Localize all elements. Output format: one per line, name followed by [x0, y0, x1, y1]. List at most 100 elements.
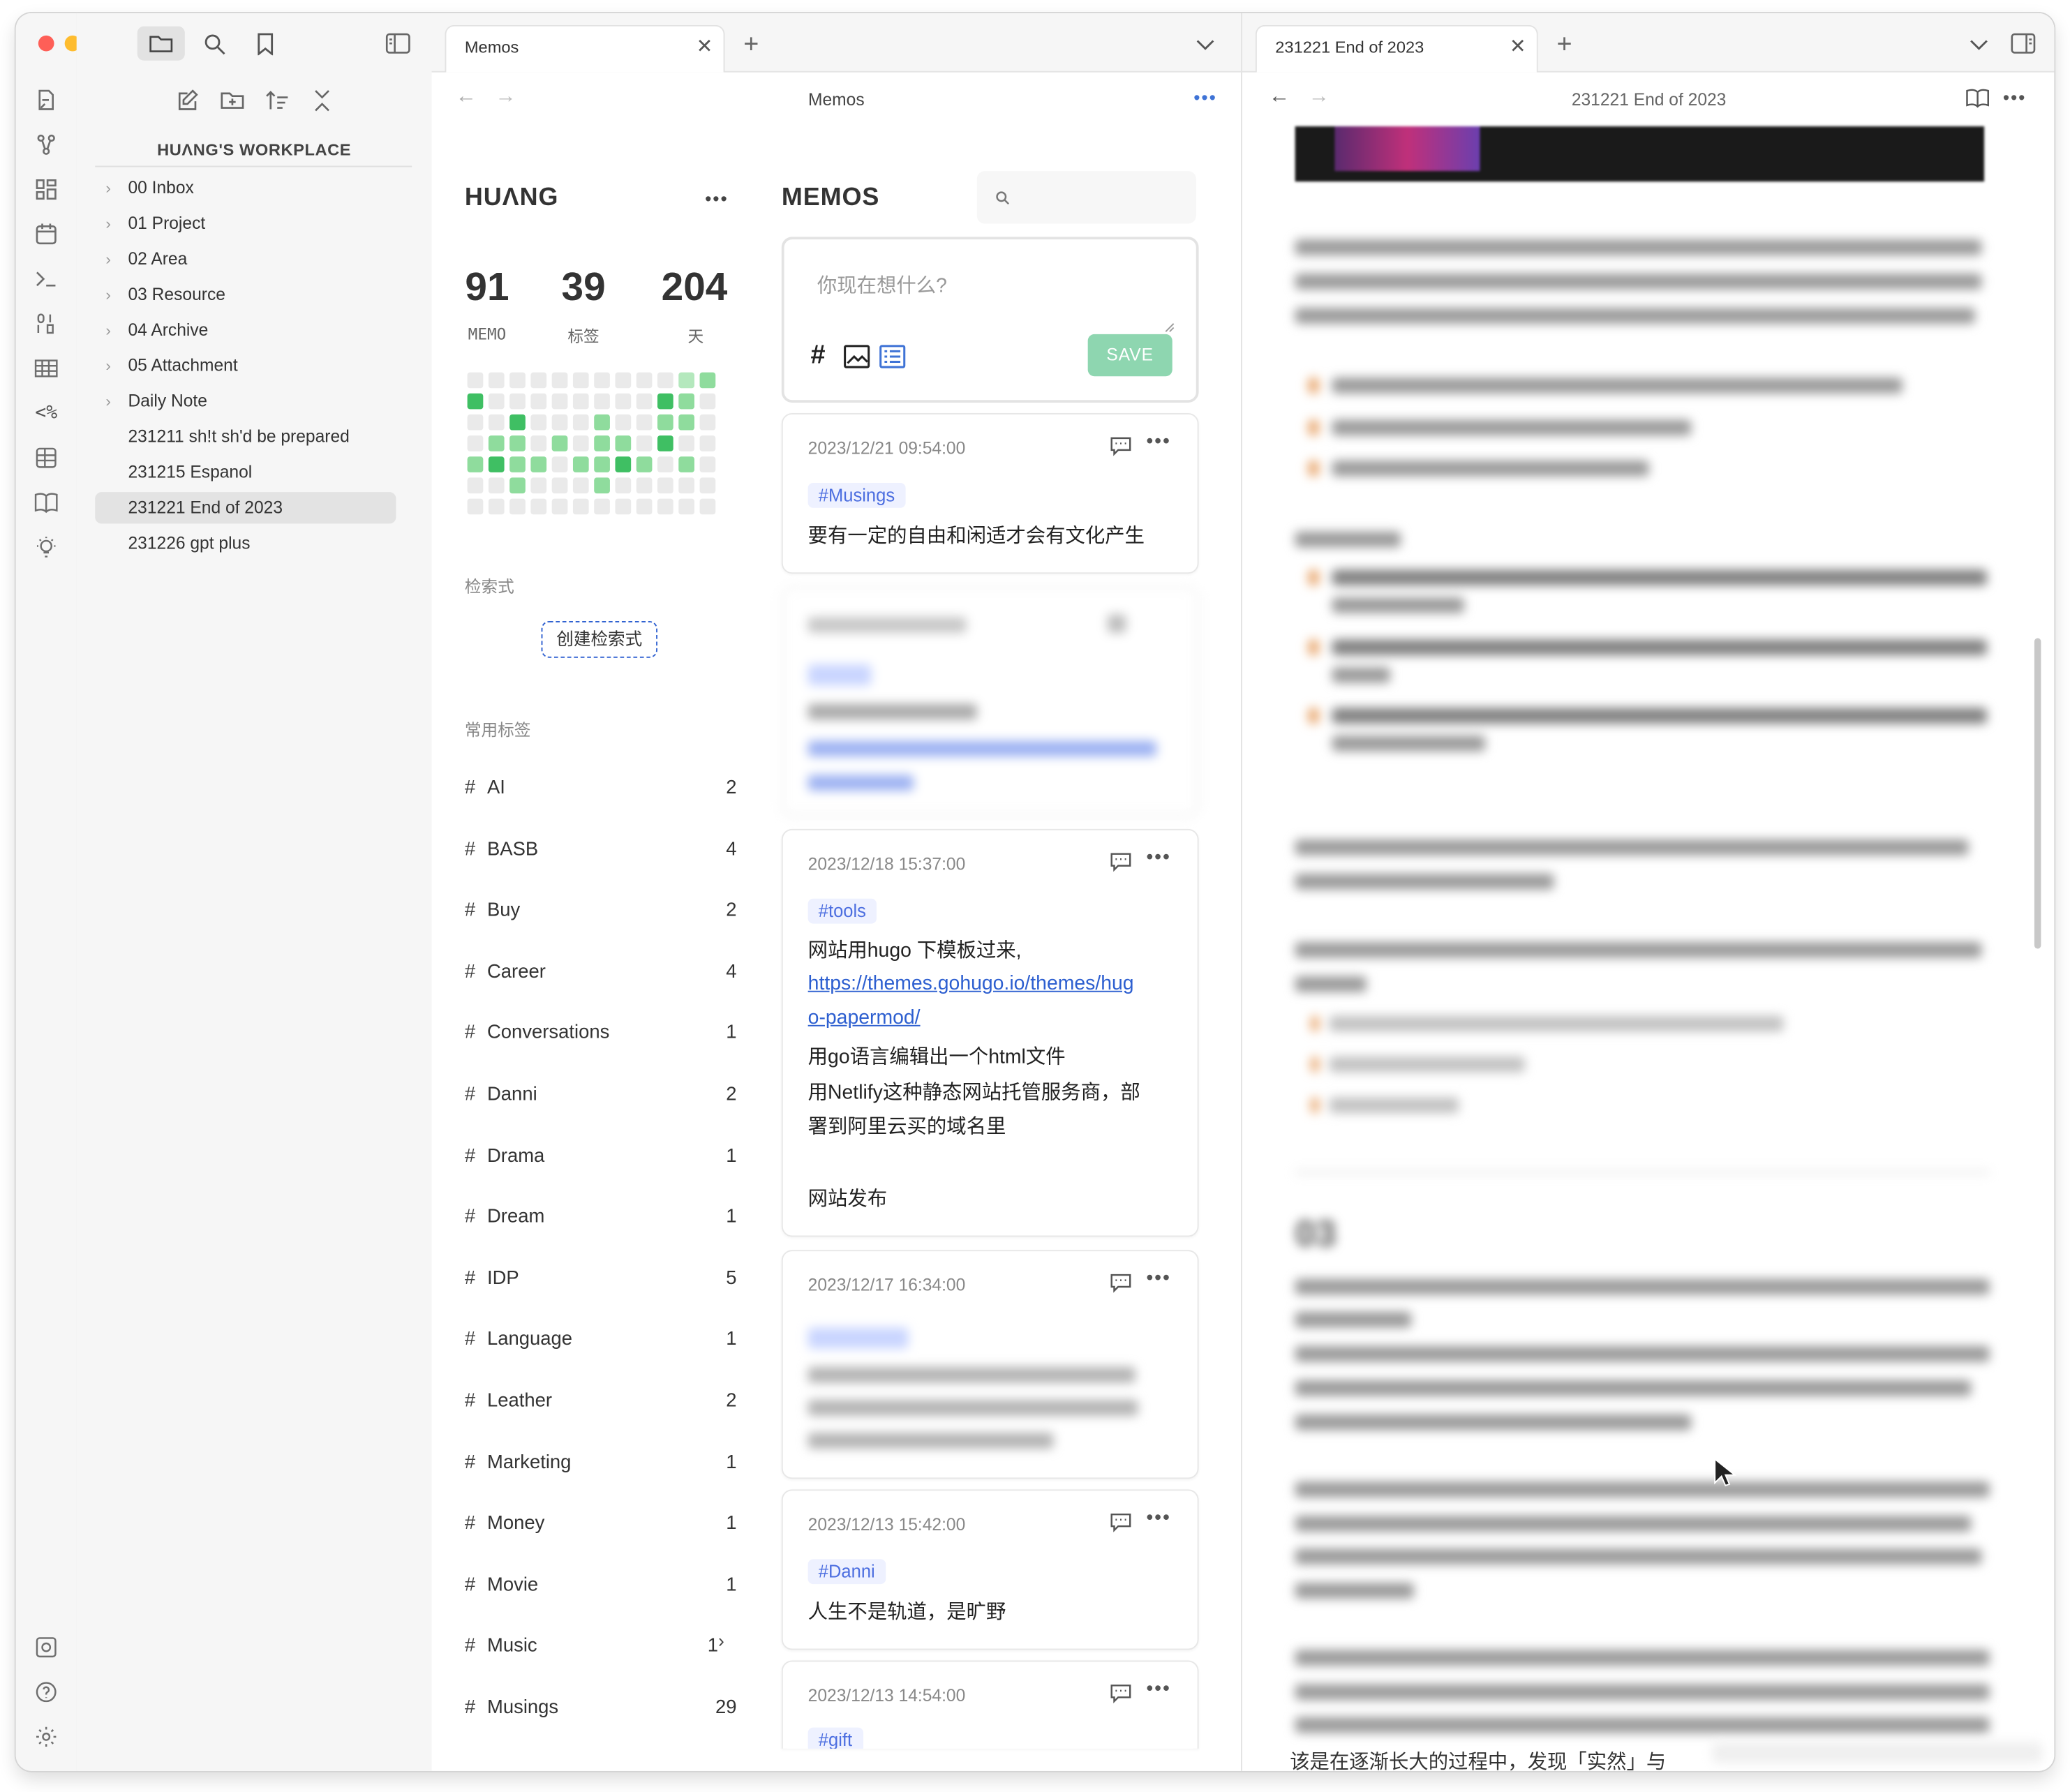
toggle-right-sidebar-icon[interactable] [2008, 29, 2037, 57]
search-icon[interactable] [200, 29, 229, 57]
heatmap-cell[interactable] [636, 414, 653, 431]
heatmap-cell[interactable] [657, 477, 673, 494]
heatmap-cell[interactable] [530, 477, 547, 494]
heatmap-cell[interactable] [488, 477, 505, 494]
heatmap-cell[interactable] [509, 456, 526, 472]
memo-more-icon[interactable]: ••• [1146, 1267, 1170, 1290]
memo-tag[interactable]: #tools [807, 898, 877, 924]
heatmap-cell[interactable] [678, 372, 694, 389]
new-note-icon[interactable] [174, 87, 201, 113]
tab-list-chevron-icon[interactable] [1192, 31, 1219, 58]
heatmap-cell[interactable] [657, 498, 673, 515]
file-item[interactable]: 231221 End of 2023 [95, 492, 396, 524]
heatmap-cell[interactable] [467, 372, 484, 389]
heatmap-cell[interactable] [615, 414, 632, 431]
tag-row[interactable]: # Drama 1 [465, 1142, 737, 1173]
book-icon[interactable] [33, 489, 59, 516]
heatmap-cell[interactable] [509, 498, 526, 515]
heatmap-cell[interactable] [530, 372, 547, 389]
close-tab-icon[interactable]: ✕ [1510, 34, 1526, 58]
heatmap-cell[interactable] [636, 372, 653, 389]
collapse-all-icon[interactable] [309, 87, 336, 113]
memo-more-icon[interactable]: ••• [1146, 431, 1170, 453]
memo-link[interactable]: o-papermod/ [808, 1006, 921, 1029]
tag-row[interactable]: # Marketing 1 [465, 1448, 737, 1479]
more-options-icon[interactable]: ••• [1191, 84, 1220, 111]
tag-row[interactable]: # Music 1 [465, 1632, 737, 1664]
new-tab-icon[interactable]: + [738, 29, 764, 58]
heatmap-cell[interactable] [509, 393, 526, 410]
heatmap-cell[interactable] [636, 456, 653, 472]
heatmap-cell[interactable] [467, 477, 484, 494]
image-icon[interactable] [844, 345, 870, 375]
heatmap-cell[interactable] [636, 435, 653, 451]
folder-item[interactable]: › Daily Note [95, 385, 396, 417]
memo-card-blurred[interactable] [781, 586, 1199, 816]
heatmap-cell[interactable] [615, 372, 632, 389]
heatmap-cell[interactable] [699, 435, 716, 451]
table-icon[interactable] [33, 355, 59, 382]
settings-gear-icon[interactable] [33, 1724, 59, 1750]
comment-icon[interactable] [1110, 435, 1131, 456]
file-item[interactable]: 231226 gpt plus [95, 528, 396, 559]
tab-memos[interactable]: Memos ✕ [445, 24, 725, 73]
heatmap-cell[interactable] [488, 393, 505, 410]
heatmap-cell[interactable] [615, 498, 632, 515]
folder-item[interactable]: › 01 Project [95, 208, 396, 239]
memo-card[interactable]: 2023/12/21 09:54:00 ••• #Musings 要有一定的自由… [781, 413, 1199, 574]
heatmap-cell[interactable] [572, 498, 589, 515]
heatmap-cell[interactable] [594, 456, 610, 472]
heatmap-cell[interactable] [615, 393, 632, 410]
heatmap-cell[interactable] [678, 414, 694, 431]
tag-row[interactable]: # Language 1 [465, 1325, 737, 1357]
heatmap-cell[interactable] [488, 498, 505, 515]
heatmap-cell[interactable] [699, 498, 716, 515]
tab-list-chevron-icon[interactable] [1966, 31, 1993, 58]
heatmap-cell[interactable] [530, 456, 547, 472]
heatmap-cell[interactable] [551, 498, 568, 515]
memo-card[interactable]: 2023/12/13 14:54:00 ••• #gift [781, 1660, 1199, 1749]
close-window-button[interactable] [38, 35, 54, 52]
heatmap-cell[interactable] [551, 477, 568, 494]
more-options-icon[interactable]: ••• [2000, 84, 2030, 111]
heatmap-cell[interactable] [636, 393, 653, 410]
memo-tag[interactable]: #Musings [807, 482, 906, 508]
heatmap-cell[interactable] [530, 498, 547, 515]
save-button[interactable]: SAVE [1087, 334, 1172, 377]
comment-icon[interactable] [1110, 1272, 1131, 1293]
heatmap-cell[interactable] [488, 456, 505, 472]
heatmap-cell[interactable] [488, 372, 505, 389]
heatmap-cell[interactable] [594, 498, 610, 515]
heatmap-cell[interactable] [594, 477, 610, 494]
calendar-icon[interactable] [33, 221, 59, 248]
tag-row[interactable]: # Conversations 1 [465, 1019, 737, 1050]
tag-row[interactable]: # Movie 1 [465, 1571, 737, 1602]
heatmap-cell[interactable] [594, 393, 610, 410]
memo-more-icon[interactable]: ••• [1146, 1507, 1170, 1529]
new-tab-icon[interactable]: + [1551, 29, 1578, 58]
heatmap-cell[interactable] [657, 393, 673, 410]
lightbulb-icon[interactable] [33, 535, 59, 561]
heatmap-cell[interactable] [551, 456, 568, 472]
memo-card[interactable]: 2023/12/13 15:42:00 ••• #Danni 人生不是轨道，是旷… [781, 1489, 1199, 1650]
heatmap-cell[interactable] [657, 456, 673, 472]
file-item[interactable]: 231215 Espanol [95, 456, 396, 488]
heatmap-cell[interactable] [467, 414, 484, 431]
tag-row[interactable]: # Buy 2 [465, 896, 737, 927]
folder-item[interactable]: › 00 Inbox [95, 172, 396, 204]
scrollbar-thumb[interactable] [2034, 638, 2041, 949]
new-folder-icon[interactable] [219, 87, 246, 113]
folder-tab-icon[interactable] [137, 26, 185, 61]
hashtag-icon[interactable]: # [810, 342, 825, 368]
collapse-sidebar-icon[interactable] [383, 29, 412, 57]
heatmap-cell[interactable] [699, 414, 716, 431]
terminal-icon[interactable] [33, 266, 59, 292]
chevron-right-icon[interactable]: › [718, 1630, 724, 1651]
tag-row[interactable]: # Musings 29 [465, 1694, 737, 1725]
heatmap-cell[interactable] [572, 456, 589, 472]
heatmap-cell[interactable] [678, 498, 694, 515]
heatmap-cell[interactable] [572, 435, 589, 451]
heatmap-cell[interactable] [657, 372, 673, 389]
tag-row[interactable]: # Career 4 [465, 957, 737, 989]
tag-row[interactable]: # BASB 4 [465, 835, 737, 867]
